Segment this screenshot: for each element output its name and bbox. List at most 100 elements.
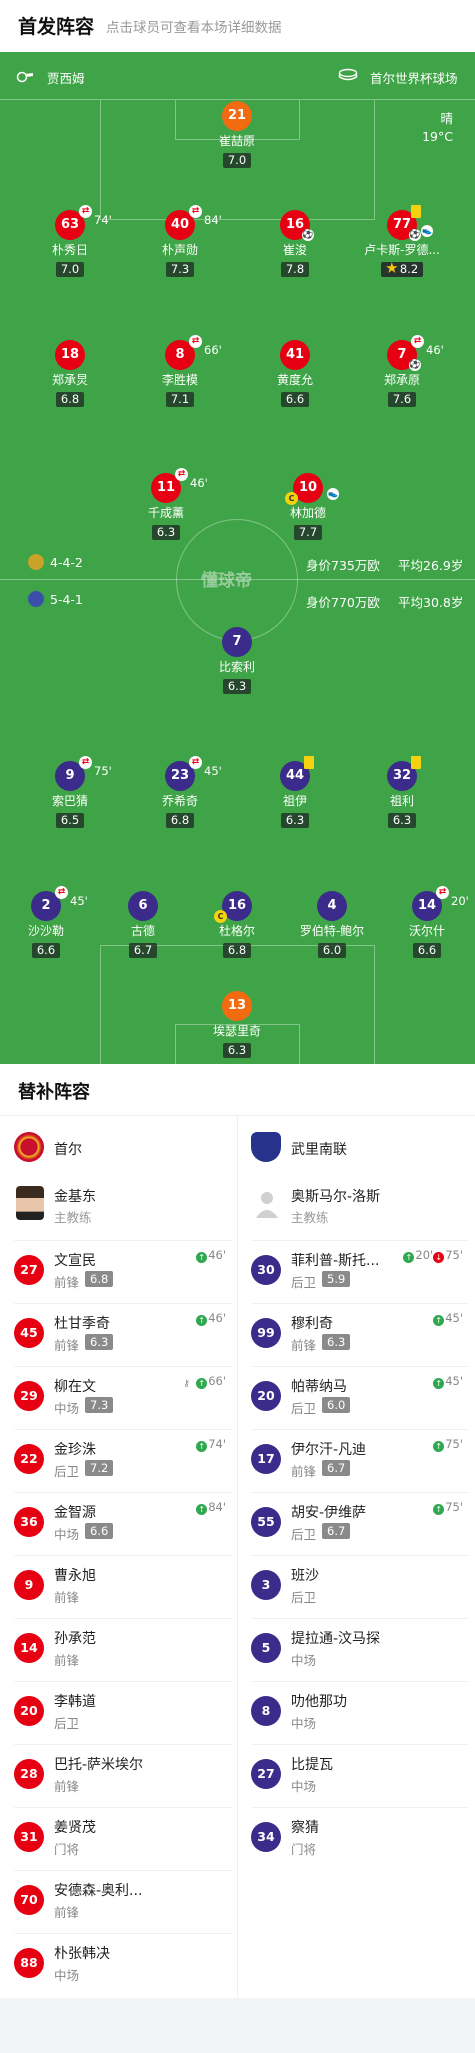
player-number: 28 xyxy=(14,1759,44,1789)
away-player[interactable]: 44 祖伊 6.3 xyxy=(235,756,355,828)
player-name: 巴托-萨米埃尔 xyxy=(54,1757,144,1773)
sub-player-row[interactable]: 34 察猜 门将 xyxy=(251,1807,469,1865)
home-player[interactable]: 21 崔喆原 7.0 xyxy=(177,101,297,168)
player-number: 16 C xyxy=(214,891,252,923)
away-player[interactable]: 13 埃瑟里奇 6.3 xyxy=(177,991,297,1058)
sub-time: 20' xyxy=(451,894,469,908)
player-number: 18 xyxy=(55,340,85,370)
sub-player-row[interactable]: 45 杜甘季奇 前锋 6.3 ↑ 46' xyxy=(14,1303,232,1361)
sub-player-row[interactable]: 3 班沙 后卫 xyxy=(251,1555,469,1613)
sub-player-row[interactable]: 31 姜贤茂 门将 xyxy=(14,1807,232,1865)
home-player[interactable]: 77 ⚽ 👟 卢卡斯-罗德... 8.2 xyxy=(342,205,462,277)
player-number: 8 ⇄ 66' xyxy=(165,335,222,370)
home-player[interactable]: 11 ⇄ 46' 千成薰 6.3 xyxy=(106,468,226,540)
sub-out-icon: ⇄ xyxy=(411,335,424,348)
player-rating: 7.0 xyxy=(222,153,252,168)
player-position: 前锋 xyxy=(54,1779,80,1794)
player-number: 70 xyxy=(14,1885,44,1915)
away-player[interactable]: 9 ⇄ 75' 索巴猜 6.5 xyxy=(10,756,130,828)
home-player[interactable]: 63 ⇄ 74' 朴秀日 7.0 xyxy=(10,205,130,277)
sub-out-icon: ⇄ xyxy=(189,756,202,769)
sub-player-row[interactable]: 17 伊尔汗-凡迪 前锋 6.7 ↑ 75' xyxy=(251,1429,469,1487)
home-player[interactable]: 40 ⇄ 84' 朴声勋 7.3 xyxy=(120,205,240,277)
away-player[interactable]: 23 ⇄ 45' 乔希奇 6.8 xyxy=(120,756,240,828)
player-name: 姜贤茂 xyxy=(54,1820,96,1836)
sub-player-row[interactable]: 14 孙承范 前锋 xyxy=(14,1618,232,1676)
player-name: 比提瓦 xyxy=(291,1757,333,1773)
sub-player-row[interactable]: 36 金智源 中场 6.6 ↑ 84' xyxy=(14,1492,232,1550)
player-position: 后卫 xyxy=(291,1590,317,1605)
player-number: 63 ⇄ 74' xyxy=(55,205,112,240)
player-number: 2 ⇄ 45' xyxy=(31,886,88,921)
player-rating: 6.6 xyxy=(31,943,61,958)
sub-player-row[interactable]: 20 李韩道 后卫 xyxy=(14,1681,232,1739)
player-position: 门将 xyxy=(291,1842,317,1857)
sub-player-row[interactable]: 27 比提瓦 中场 xyxy=(251,1744,469,1802)
home-player[interactable]: 7 ⇄ 46' ⚽ 郑承原 7.6 xyxy=(342,335,462,407)
player-rating: 7.7 xyxy=(293,525,323,540)
sub-in-icon: ↑ xyxy=(196,1504,208,1515)
player-number: 4 xyxy=(317,891,347,921)
player-number: 17 xyxy=(251,1444,281,1474)
player-rating: 6.3 xyxy=(222,1043,252,1058)
sub-player-row[interactable]: 28 巴托-萨米埃尔 前锋 xyxy=(14,1744,232,1802)
sub-player-row[interactable]: 27 文宣民 前锋 6.8 ↑ 46' xyxy=(14,1240,232,1298)
player-number: 88 xyxy=(14,1948,44,1978)
home-team-name: 首尔 xyxy=(54,1142,82,1158)
home-player[interactable]: 16 ⚽ 崔浚 7.8 xyxy=(235,210,355,277)
player-number: 11 ⇄ 46' xyxy=(151,468,208,503)
home-player[interactable]: 41 黄度允 6.6 xyxy=(235,340,355,407)
sub-player-row[interactable]: 5 提拉通-汶马探 中场 xyxy=(251,1618,469,1676)
player-number: 32 xyxy=(387,756,421,791)
player-name: 卢卡斯-罗德... xyxy=(364,243,440,257)
home-coach[interactable]: 金基东 主教练 xyxy=(14,1182,224,1226)
away-player[interactable]: 32 祖利 6.3 xyxy=(342,756,462,828)
player-name: 林加德 xyxy=(289,506,326,520)
player-name: 曹永旭 xyxy=(54,1568,96,1584)
player-number: 27 xyxy=(14,1255,44,1285)
stadium-name: 首尔世界杯球场 xyxy=(370,71,458,86)
away-player[interactable]: 14 ⇄ 20' 沃尔什 6.6 xyxy=(367,886,475,958)
substitutes-section: 替补阵容 首尔 金基东 主教练 武里南联 奥斯马尔-洛斯 主教练 27 文宣民 … xyxy=(0,1064,475,1998)
player-number: 9 ⇄ 75' xyxy=(55,756,112,791)
captain-icon: C xyxy=(214,910,227,923)
player-number: 20 xyxy=(251,1381,281,1411)
player-name: 乔希奇 xyxy=(161,794,198,808)
sub-player-row[interactable]: 55 胡安-伊维萨 后卫 6.7 ↑ 75' xyxy=(251,1492,469,1550)
player-rating: 7.3 xyxy=(165,262,195,277)
sub-player-row[interactable]: 88 朴张韩决 中场 xyxy=(14,1933,232,1991)
sub-player-row[interactable]: 70 安德森-奥利... 前锋 xyxy=(14,1870,232,1928)
temperature-text: 19°C xyxy=(422,129,453,144)
sub-player-row[interactable]: 22 金珍洙 后卫 7.2 ↑ 74' xyxy=(14,1429,232,1487)
sub-event: ↑ 84' xyxy=(196,1500,226,1515)
player-name: 比索利 xyxy=(218,660,255,674)
sub-player-row[interactable]: 9 曹永旭 前锋 xyxy=(14,1555,232,1613)
sub-player-row[interactable]: 29 柳在文 中场 7.3 ⚷ ↑ 66' xyxy=(14,1366,232,1424)
best-player-star-icon xyxy=(386,262,398,273)
page-footer xyxy=(0,1998,475,2053)
player-position: 前锋 xyxy=(54,1653,80,1668)
home-team-header[interactable]: 首尔 xyxy=(14,1126,224,1170)
away-player[interactable]: 7 比索利 6.3 xyxy=(177,627,297,694)
home-player[interactable]: 8 ⇄ 66' 李胜模 7.1 xyxy=(120,335,240,407)
player-number: 41 xyxy=(280,340,310,370)
coach-role: 主教练 xyxy=(54,1210,92,1225)
player-position: 中场 xyxy=(54,1968,80,1983)
player-rating: 7.6 xyxy=(387,392,417,407)
away-team-header[interactable]: 武里南联 xyxy=(251,1126,461,1170)
player-name: 沃尔什 xyxy=(408,924,445,938)
away-coach[interactable]: 奥斯马尔-洛斯 主教练 xyxy=(251,1182,461,1226)
sub-player-row[interactable]: 20 帕蒂纳马 后卫 6.0 ↑ 45' xyxy=(251,1366,469,1424)
home-player[interactable]: 18 郑承炅 6.8 xyxy=(10,340,130,407)
home-team-icon xyxy=(28,554,44,570)
home-team-logo xyxy=(14,1132,44,1162)
player-position: 前锋 xyxy=(291,1338,317,1353)
player-position: 后卫 xyxy=(54,1716,80,1731)
home-player[interactable]: 10 C 👟 林加德 7.7 xyxy=(248,473,368,540)
player-name: 孙承范 xyxy=(54,1631,96,1647)
sub-player-row[interactable]: 99 穆利奇 前锋 6.3 ↑ 45' xyxy=(251,1303,469,1361)
sub-player-row[interactable]: 30 菲利普-斯托... 后卫 5.9 ↑ 20' ↓ 75' xyxy=(251,1240,469,1298)
sub-out-icon: ⇄ xyxy=(189,335,202,348)
player-name: 朴声勋 xyxy=(161,243,198,257)
sub-player-row[interactable]: 8 叻他那功 中场 xyxy=(251,1681,469,1739)
